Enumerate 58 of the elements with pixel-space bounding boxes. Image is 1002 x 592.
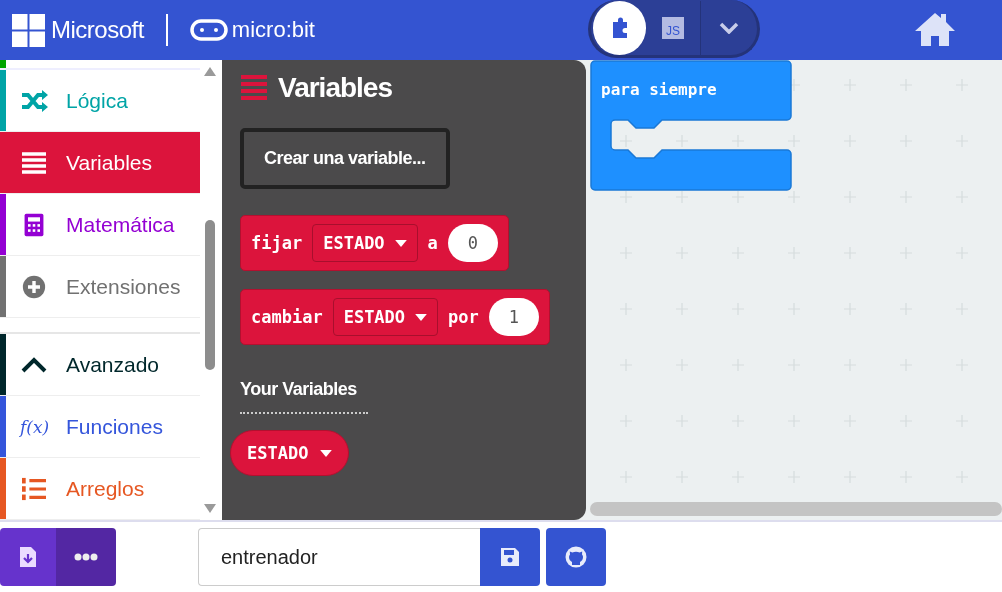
category-label: Variables [66,150,152,175]
download-file-icon [19,546,37,568]
function-icon: f(x) [20,416,48,437]
number-field[interactable]: 0 [447,224,498,262]
category-label: Lógica [66,88,128,113]
category-item[interactable]: f(x) Funciones [0,396,200,458]
variable-block[interactable]: ESTADO [230,430,350,476]
brand-name: Microsoft [51,16,144,44]
variable-block[interactable]: cambiar ESTADO por 1 [240,289,550,345]
project-name-field[interactable]: entrenador [198,528,480,586]
microbit-face-icon [189,19,228,41]
number-field[interactable]: 1 [488,298,539,336]
category-item[interactable]: Matemática [0,194,200,256]
block-keyword: por [448,307,479,327]
category-label: Extensiones [66,274,181,299]
ellipsis-icon [74,553,98,561]
block-keyword: fijar [251,233,303,253]
shuffle-icon [20,88,48,113]
save-button[interactable] [480,528,540,586]
category-label: Avanzado [66,352,160,377]
puzzle-icon [610,16,629,39]
category-item[interactable]: Arreglos [0,458,200,520]
blocks-tab[interactable] [593,0,647,55]
flyout-title: Variables [278,72,392,104]
category-label: Arreglos [66,476,145,501]
caret-icon [394,239,407,247]
numbered-list-icon [20,476,48,501]
chevron-down-icon [718,21,739,34]
variable-dropdown[interactable]: ESTADO [312,224,418,262]
more-button[interactable] [56,528,116,586]
variable-block[interactable]: fijar ESTADO a 0 [240,215,509,271]
category-item[interactable]: Extensiones [0,256,200,318]
category-label: Matemática [66,212,175,237]
home-icon[interactable] [914,11,956,47]
variable-dropdown[interactable]: ESTADO [332,298,439,336]
product-name: micro:bit [231,17,315,43]
block-keyword: a [427,233,438,253]
block-keyword: cambiar [251,307,323,327]
lines-icon [240,74,268,102]
scroll-down-icon[interactable] [204,504,216,513]
category-label: Funciones [66,414,163,439]
caret-icon [415,313,428,321]
lines-icon [20,150,48,175]
category-item[interactable]: Avanzado [0,334,200,396]
scrollbar-thumb[interactable] [205,220,215,370]
caret-icon [320,449,333,457]
block-label: para siempre [601,80,717,99]
create-variable-button[interactable]: Crear una variable... [240,128,450,189]
download-button[interactable] [0,528,56,586]
cat-icon [565,546,587,568]
scroll-up-icon[interactable] [204,67,216,76]
cat-icon-button[interactable] [546,528,606,586]
section-title: Your Variables [240,379,368,414]
plus-circle-icon [20,274,48,299]
horizontal-scrollbar[interactable] [590,502,1002,516]
windows-logo-icon [12,13,45,47]
forever-block[interactable] [590,60,792,192]
category-item[interactable]: Variables [0,132,200,194]
